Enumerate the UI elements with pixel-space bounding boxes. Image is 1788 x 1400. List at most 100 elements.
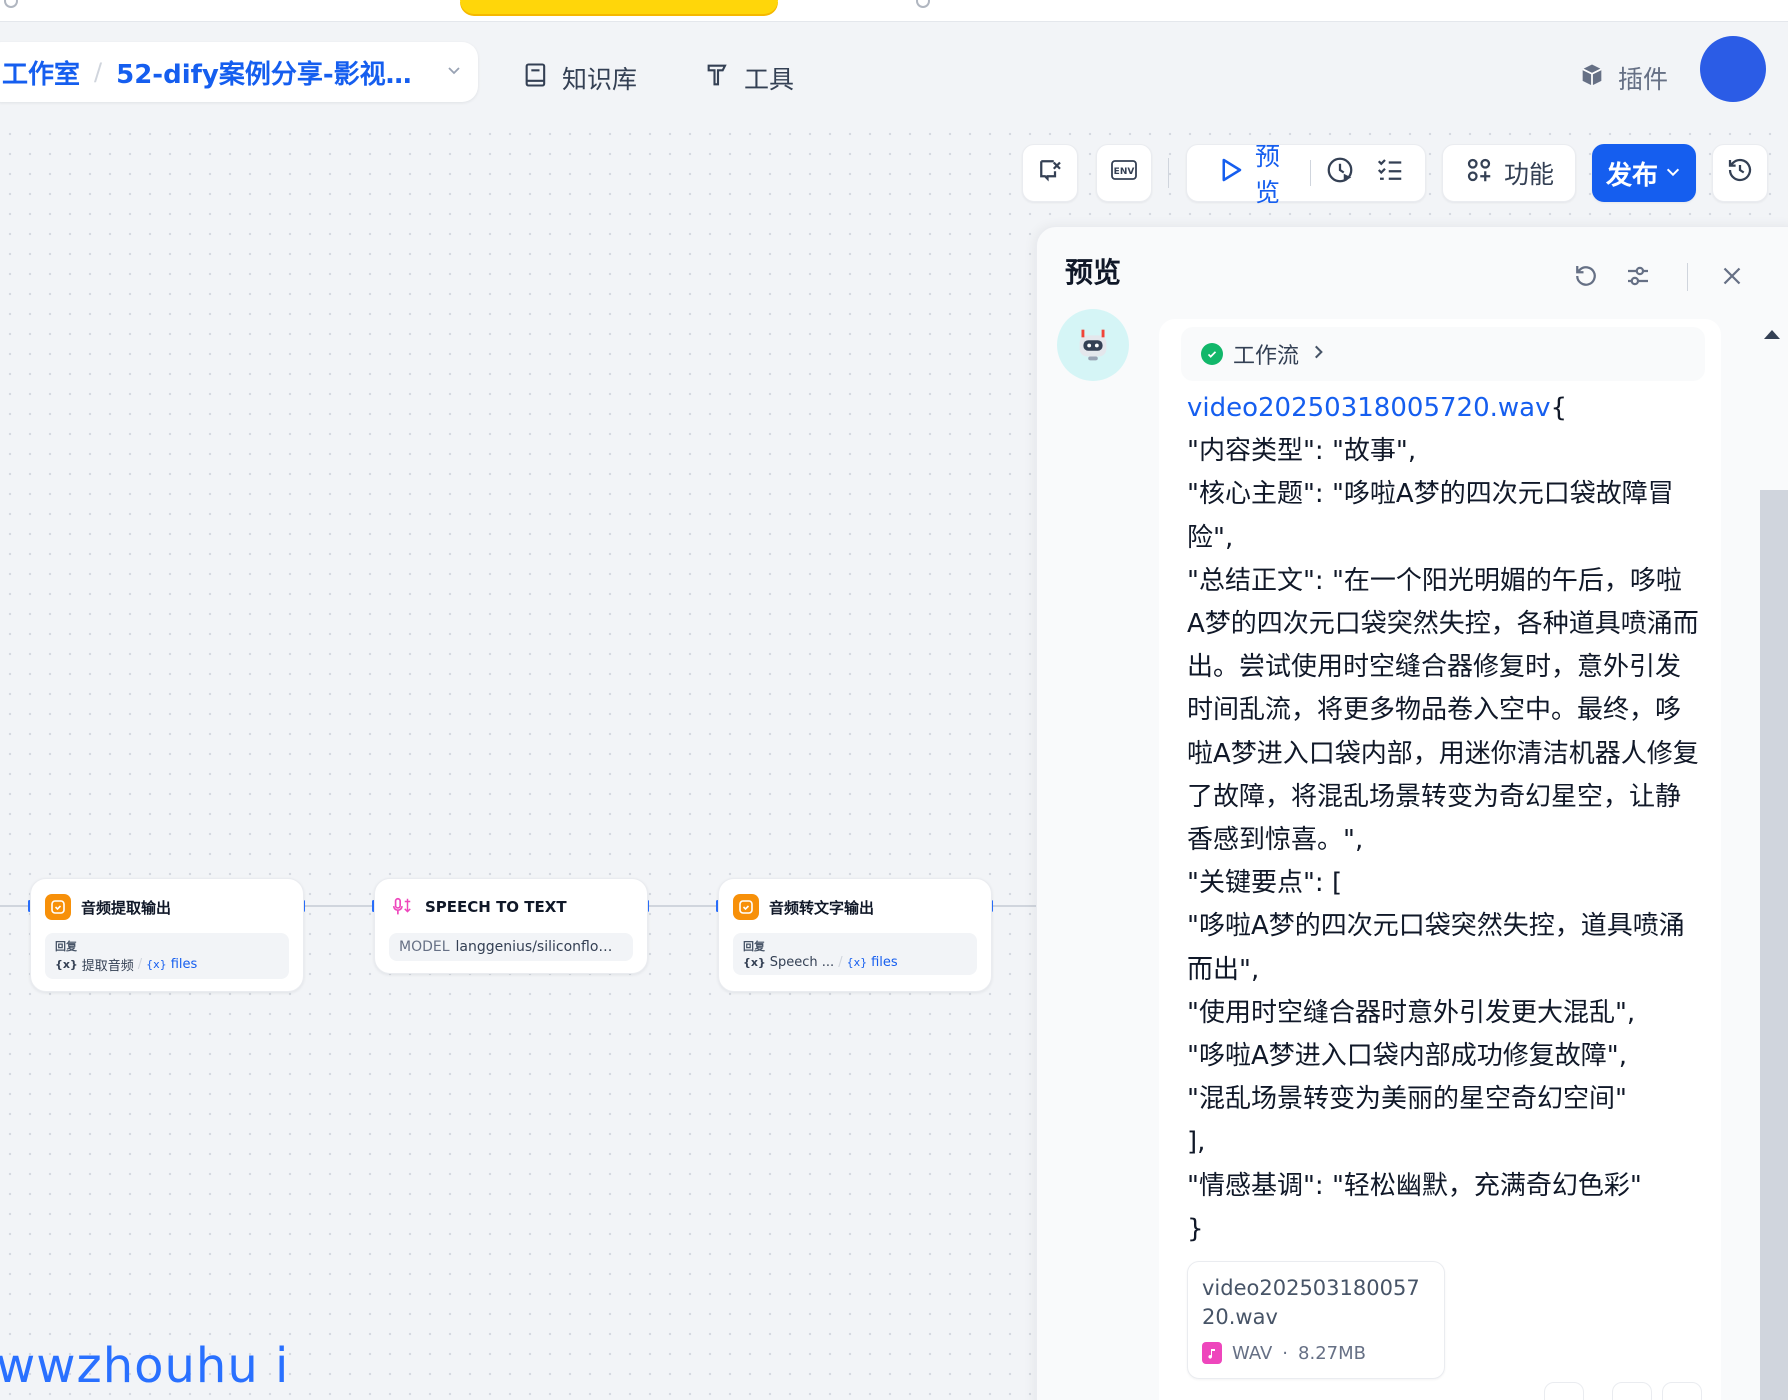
publish-button[interactable]: 发布 [1592,144,1696,202]
chevron-down-icon [1664,158,1682,188]
tab-indicator [4,0,18,8]
restart-icon[interactable] [1571,261,1601,291]
nav-plugins-label: 插件 [1618,65,1669,94]
check-circle-icon [1201,343,1223,365]
breadcrumb-app-name[interactable]: 52-dify案例分享-影视频... [116,54,434,91]
node-var-name: files [170,957,198,972]
close-icon[interactable] [1717,261,1747,291]
scroll-up-arrow-icon[interactable] [1764,330,1780,339]
version-history-button[interactable] [1712,144,1768,202]
chevron-down-icon[interactable] [446,62,462,83]
message-line: } [1187,1213,1204,1244]
filename-link[interactable]: video20250318005720.wav [1187,393,1550,423]
variable-icon: {x} [743,956,766,969]
answer-node-icon [45,894,71,920]
answer-node-speech-output[interactable]: 音频转文字输出 回复 {x} Speech ... / {x} files [718,878,992,992]
variable-icon: {x} [55,958,78,971]
svg-text:ENV: ENV [1114,167,1135,177]
workflow-edge [304,905,374,907]
env-variables-button[interactable]: ENV [1096,144,1152,202]
run-history-button[interactable] [1311,145,1369,201]
workflow-chip-label: 工作流 [1233,344,1300,369]
nav-plugins[interactable]: 插件 [1578,60,1668,96]
history-icon [1725,155,1755,191]
message-line: "核心主题": "哆啦A梦的四次元口袋故障冒险", [1187,479,1674,553]
book-icon [522,61,550,95]
message-line: "关键要点": [ [1187,868,1343,899]
publish-button-label: 发布 [1605,160,1658,191]
cube-icon [1578,61,1606,95]
answer-node-audio-extract[interactable]: 音频提取输出 回复 {x} 提取音频 / {x} files [30,878,304,992]
node-title: SPEECH TO TEXT [425,898,567,916]
panel-divider [1687,263,1688,291]
node-var-source: 提取音频 [81,959,134,974]
env-icon: ENV [1109,155,1139,191]
play-icon [1215,155,1245,191]
message-line: "哆啦A梦的四次元口袋突然失控，道具喷涌而出", [1187,911,1685,985]
user-avatar[interactable] [1700,36,1766,102]
breadcrumb-studio[interactable]: 工作室 [2,54,80,91]
watermark: wwzhouhu i [0,1338,290,1394]
grid-plus-icon [1464,155,1494,191]
speech-to-text-node[interactable]: SPEECH TO TEXT MODEL langgenius/siliconfl… [374,878,648,974]
chevron-right-icon [1309,342,1327,367]
app-header: 工作室 / 52-dify案例分享-影视频... 知识库 工具 插件 [0,22,1788,124]
file-size: 8.27MB [1298,1342,1366,1364]
message-line: ], [1187,1127,1206,1158]
panel-title: 预览 [1065,256,1122,289]
preview-button[interactable]: 预览 [1201,142,1310,207]
message-line: "内容类型": "故事", [1187,436,1417,467]
document-icon[interactable] [1544,1382,1584,1400]
workflow-edge [0,905,30,907]
music-note-icon [1202,1342,1222,1365]
message-line: "总结正文": "在一个阳光明媚的午后，哆啦A梦的四次元口袋突然失控，各种道具喷… [1187,565,1699,856]
node-var-source: Speech ... [769,955,835,970]
message-line: "情感基调": "轻松幽默，充满奇幻色彩" [1187,1170,1642,1201]
json-lines: "内容类型": "故事", "核心主题": "哆啦A梦的四次元口袋故障冒险", "总… [1187,430,1699,1251]
assistant-message: 工作流 video20250318005720.wav{ "内容类型": "故事… [1159,319,1721,1400]
nav-tools-label: 工具 [744,65,795,94]
path-separator: / [838,955,843,970]
node-var-name: files [871,955,898,970]
settings-sliders-icon[interactable] [1623,261,1653,291]
nav-tools[interactable]: 工具 [704,60,794,96]
browser-tab-strip [0,0,1788,22]
workflow-edge [992,905,1042,907]
file-type: WAV [1232,1342,1273,1364]
model-value: langgenius/siliconflow/sili... [455,939,633,955]
clipboard-icon[interactable] [1612,1382,1652,1400]
workflow-edge [648,905,718,907]
path-separator: / [137,957,143,972]
file-meta-separator: · [1282,1342,1289,1364]
breadcrumb[interactable]: 工作室 / 52-dify案例分享-影视频... [0,42,478,102]
toolbar-divider [1168,158,1169,188]
scrollbar-thumb[interactable] [1760,490,1788,1400]
nav-knowledge[interactable]: 知识库 [522,60,637,96]
preview-panel: 预览 工作流 video20250318005720.wav{"内容类型": … [1036,226,1788,1400]
node-answer-preview: 回复 {x} 提取音频 / {x} files [45,933,289,979]
clock-play-icon [1325,155,1355,191]
regenerate-icon[interactable] [1662,1382,1702,1400]
model-key: MODEL [399,939,450,955]
nav-knowledge-label: 知识库 [562,65,638,94]
message-line: "哆啦A梦进入口袋内部成功修复故障", [1187,1041,1627,1072]
answer-node-icon [733,894,759,920]
close-chat-variables-button[interactable] [1022,144,1078,202]
robot-icon [1079,329,1107,361]
node-answer-label: 回复 [743,940,765,953]
node-title: 音频提取输出 [81,898,172,917]
microphone-icon [389,894,415,920]
checklist-button[interactable] [1369,145,1411,201]
attachment-file-card[interactable]: video20250318005720.wav WAV · 8.27MB [1187,1261,1445,1380]
chat-x-icon [1035,155,1065,191]
checklist-icon [1375,155,1405,191]
variable-icon: {x} [146,958,167,971]
active-browser-tab[interactable] [460,0,778,14]
message-content: video20250318005720.wav{ "内容类型": "故事", "核… [1187,387,1699,1251]
file-name: video20250318005720.wav [1202,1276,1420,1330]
workflow-status-chip[interactable]: 工作流 [1181,327,1705,381]
features-button-label: 功能 [1503,160,1554,189]
features-button[interactable]: 功能 [1442,144,1576,202]
node-model-info: MODEL langgenius/siliconflow/sili... [389,933,633,961]
tab-indicator [916,0,930,8]
